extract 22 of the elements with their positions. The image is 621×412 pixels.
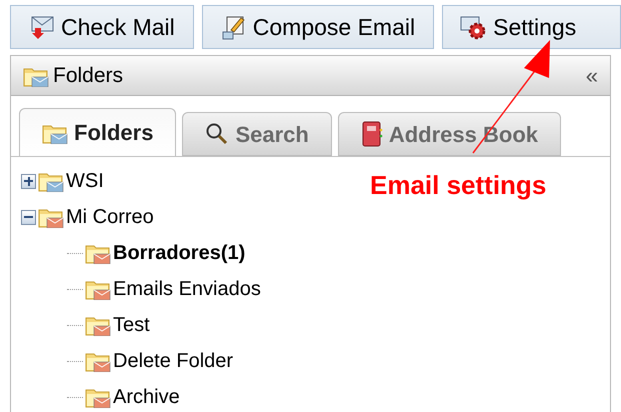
pencil-icon	[220, 14, 247, 40]
tab[interactable]: Search	[182, 112, 332, 156]
folder-label[interactable]: Emails Enviados	[113, 274, 261, 304]
toolbar-button[interactable]: Compose Email	[202, 5, 434, 49]
gear-icon	[459, 14, 488, 40]
book-icon	[360, 120, 383, 148]
search-icon	[205, 122, 230, 146]
envelope-icon	[29, 14, 55, 40]
collapse-button[interactable]: «	[586, 64, 598, 86]
annotation-label: Email settings	[370, 169, 546, 202]
folder-label[interactable]: Borradores(1)	[113, 238, 246, 268]
expand-toggle-icon[interactable]	[21, 174, 36, 188]
panel-title: Folders	[53, 62, 124, 89]
tab[interactable]: Folders	[19, 108, 176, 156]
toolbar-button[interactable]: Settings	[442, 5, 621, 49]
toolbar-button[interactable]: Check Mail	[10, 5, 194, 49]
folder-label[interactable]: Delete Folder	[113, 346, 234, 376]
folder-label[interactable]: Test	[113, 310, 150, 340]
folder-label[interactable]: Archive	[113, 382, 180, 412]
collapse-toggle-icon[interactable]	[21, 210, 36, 224]
folder-label[interactable]: WSI	[66, 166, 104, 196]
folder-label[interactable]: Mi Correo	[66, 202, 154, 232]
